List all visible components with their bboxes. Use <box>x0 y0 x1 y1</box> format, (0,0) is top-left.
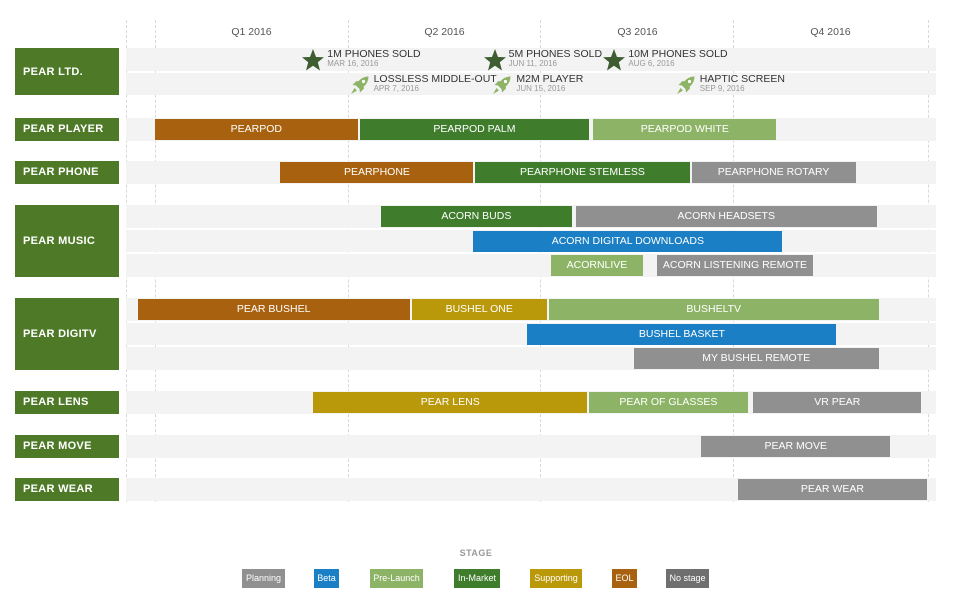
lane-label-text: PEAR LENS <box>23 396 89 409</box>
lane-label-text: PEAR MUSIC <box>23 234 96 247</box>
roadmap-bar[interactable]: PEAR MOVE <box>701 436 891 457</box>
legend-title: STAGE <box>459 548 493 558</box>
milestone-date: JUN 15, 2016 <box>516 83 566 93</box>
milestone-date: APR 7, 2016 <box>373 83 419 93</box>
lane-label: PEAR LTD. <box>15 48 119 95</box>
roadmap-bar[interactable]: PEAR LENS <box>313 392 588 413</box>
rocket-icon <box>490 73 514 97</box>
legend-item-beta: Beta <box>314 569 339 588</box>
lane-label: PEAR DIGITV <box>15 298 119 370</box>
milestone-date: MAR 16, 2016 <box>327 59 379 68</box>
roadmap-bar[interactable]: VR PEAR <box>753 392 922 413</box>
lane-label-text: PEAR MOVE <box>23 440 92 453</box>
milestone[interactable]: 10M PHONES SOLD AUG 6, 2016 <box>602 48 752 72</box>
lane-label-text: PEAR PLAYER <box>23 123 104 136</box>
roadmap-chart: Q1 2016 Q2 2016 Q3 2016 Q4 2016 PEAR LTD. 1M … <box>0 0 960 600</box>
legend-item-supporting: Supporting <box>530 569 582 588</box>
rocket-icon <box>674 73 698 97</box>
lane-label: PEAR MOVE <box>15 435 119 458</box>
roadmap-bar[interactable]: BUSHEL ONE <box>411 299 547 320</box>
lane-label: PEAR LENS <box>15 391 119 414</box>
milestone-date: SEP 9, 2016 <box>699 83 745 93</box>
lane-label-text: PEAR DIGITV <box>23 327 97 340</box>
lane-row-background <box>126 254 936 277</box>
roadmap-bar[interactable]: ACORN LISTENING REMOTE <box>656 255 814 276</box>
roadmap-bar[interactable]: ACORN DIGITAL DOWNLOADS <box>473 230 783 252</box>
lane-label: PEAR PLAYER <box>15 118 119 141</box>
quarter-header: Q3 2016 <box>617 26 658 38</box>
roadmap-bar[interactable]: PEAR OF GLASSES <box>589 392 748 413</box>
roadmap-bar[interactable]: MY BUSHEL REMOTE <box>633 348 879 369</box>
star-icon <box>602 48 626 72</box>
milestone[interactable]: 1M PHONES SOLD MAR 16, 2016 <box>301 48 451 72</box>
star-icon <box>301 48 325 72</box>
roadmap-bar[interactable]: BUSHEL BASKET <box>527 323 837 345</box>
quarter-header: Q1 2016 <box>231 26 272 38</box>
lane-label-text: PEAR LTD. <box>23 65 83 78</box>
lane-label: PEAR WEAR <box>15 478 119 501</box>
star-icon <box>483 48 507 72</box>
roadmap-bar[interactable]: BUSHELTV <box>548 299 879 320</box>
roadmap-bar[interactable]: PEARPOD PALM <box>359 119 590 140</box>
lane-label: PEAR MUSIC <box>15 205 119 277</box>
legend-item-prelaunch: Pre-Launch <box>370 569 423 588</box>
roadmap-bar[interactable]: PEARPHONE STEMLESS <box>475 162 690 183</box>
milestone[interactable]: LOSSLESS MIDDLE-OUT APR 7, 2016 <box>348 73 498 97</box>
milestone-date: JUN 11, 2016 <box>508 59 557 68</box>
quarter-header: Q2 2016 <box>424 26 465 38</box>
milestone[interactable]: HAPTIC SCREEN SEP 9, 2016 <box>674 73 824 97</box>
roadmap-bar[interactable]: ACORNLIVE <box>550 255 644 276</box>
roadmap-bar[interactable]: PEARPOD WHITE <box>593 119 777 140</box>
roadmap-bar[interactable]: PEARPHONE ROTARY <box>691 162 856 183</box>
roadmap-bar[interactable]: PEARPHONE <box>280 162 474 183</box>
roadmap-bar[interactable]: PEARPOD <box>155 119 358 140</box>
lane-label-text: PEAR WEAR <box>23 483 93 496</box>
roadmap-bar[interactable]: PEAR BUSHEL <box>137 299 410 320</box>
rocket-icon <box>348 73 372 97</box>
lane-label-text: PEAR PHONE <box>23 166 99 179</box>
roadmap-bar[interactable]: PEAR WEAR <box>737 479 927 500</box>
roadmap-bar[interactable]: ACORN BUDS <box>380 206 572 227</box>
milestone[interactable]: M2M PLAYER JUN 15, 2016 <box>490 73 640 97</box>
milestone-date: AUG 6, 2016 <box>628 59 675 68</box>
legend-item-inmarket: In-Market <box>454 569 500 588</box>
legend-item-eol: EOL <box>612 569 637 588</box>
legend-item-planning: Planning <box>242 569 285 588</box>
lane-label: PEAR PHONE <box>15 161 119 184</box>
roadmap-bar[interactable]: ACORN HEADSETS <box>575 206 877 227</box>
legend-item-nostage: No stage <box>666 569 709 588</box>
quarter-header: Q4 2016 <box>810 26 851 38</box>
